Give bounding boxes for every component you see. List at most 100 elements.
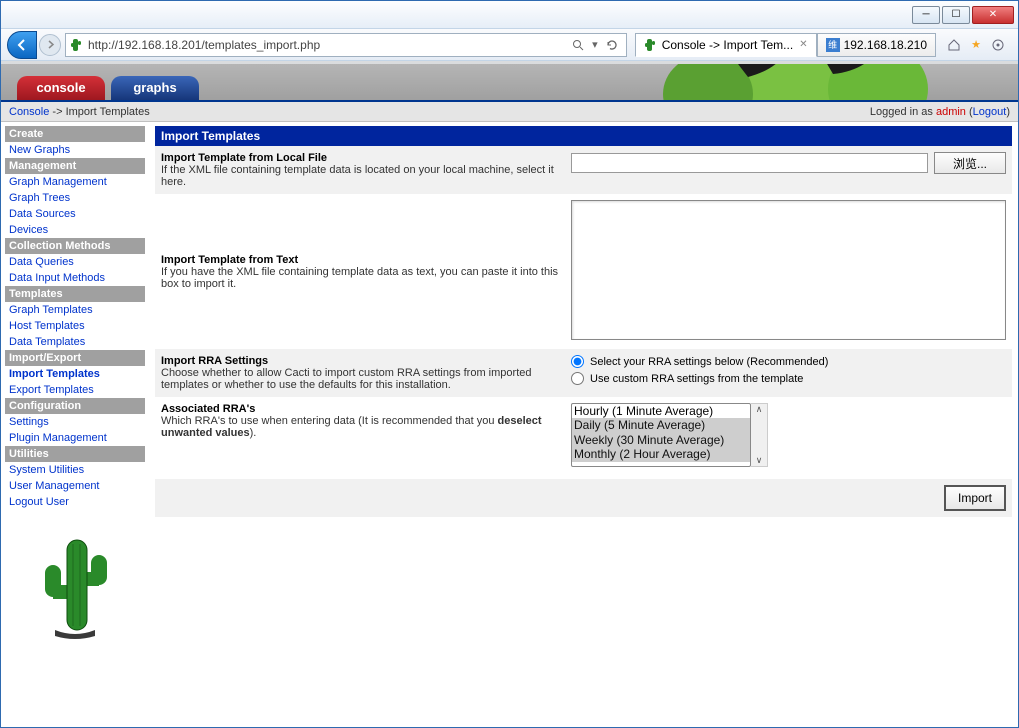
nav-plugin-management[interactable]: Plugin Management — [5, 430, 145, 446]
radio-label-select-below: Select your RRA settings below (Recommen… — [590, 356, 828, 368]
radio-rra-custom[interactable] — [571, 372, 584, 385]
nav-data-sources[interactable]: Data Sources — [5, 206, 145, 222]
back-button[interactable] — [7, 31, 37, 59]
nav-host-templates[interactable]: Host Templates — [5, 318, 145, 334]
favicon-icon — [70, 38, 84, 52]
tab-title: 192.168.18.210 — [844, 38, 927, 52]
back-arrow-icon — [15, 38, 29, 52]
rra-option-weekly[interactable]: Weekly (30 Minute Average) — [572, 433, 750, 447]
label-associated-rra: Associated RRA's — [161, 403, 255, 415]
rra-multiselect[interactable]: Hourly (1 Minute Average) Daily (5 Minut… — [571, 403, 751, 467]
multiselect-scrollbar[interactable]: ∧∨ — [751, 403, 768, 467]
url-input[interactable] — [88, 35, 568, 55]
label-import-file: Import Template from Local File — [161, 152, 327, 164]
radio-label-custom: Use custom RRA settings from the templat… — [590, 373, 803, 385]
import-text-textarea[interactable] — [571, 200, 1006, 340]
page-viewport: console graphs Console -> Import Templat… — [1, 61, 1018, 727]
desc-associated-rra-a: Which RRA's to use when entering data (I… — [161, 415, 498, 427]
nav-import-templates[interactable]: Import Templates — [5, 366, 145, 382]
file-path-input[interactable] — [571, 153, 928, 173]
nav-graph-templates[interactable]: Graph Templates — [5, 302, 145, 318]
favorites-icon[interactable]: ★ — [968, 37, 984, 53]
nav-header-collection: Collection Methods — [5, 238, 145, 254]
tab-title: Console -> Import Tem... — [662, 38, 794, 52]
tab-graphs[interactable]: graphs — [111, 76, 199, 100]
nav-header-utilities: Utilities — [5, 446, 145, 462]
desc-import-text: If you have the XML file containing temp… — [161, 266, 558, 290]
radio-rra-select-below[interactable] — [571, 355, 584, 368]
nav-header-config: Configuration — [5, 398, 145, 414]
search-icon[interactable] — [572, 39, 584, 51]
panel-title: Import Templates — [155, 126, 1012, 146]
nav-devices[interactable]: Devices — [5, 222, 145, 238]
forward-button[interactable] — [39, 34, 61, 56]
nav-header-create: Create — [5, 126, 145, 142]
window-titlebar: ─ ☐ ✕ — [1, 1, 1018, 29]
browse-button[interactable]: 浏览... — [934, 152, 1006, 174]
browser-tab-1[interactable]: Console -> Import Tem... ✕ — [635, 33, 817, 57]
nav-header-impexp: Import/Export — [5, 350, 145, 366]
nav-sidebar: Create New Graphs Management Graph Manag… — [1, 122, 149, 644]
header-decoration — [648, 64, 938, 102]
scroll-up-icon[interactable]: ∧ — [756, 404, 763, 415]
nav-system-utilities[interactable]: System Utilities — [5, 462, 145, 478]
row-rra-settings: Import RRA Settings Choose whether to al… — [155, 349, 1012, 397]
nav-logout-user[interactable]: Logout User — [5, 494, 145, 510]
favicon-icon: 维 — [826, 38, 840, 52]
login-prefix: Logged in as — [870, 106, 936, 118]
breadcrumb-current: Import Templates — [66, 106, 150, 118]
import-button[interactable]: Import — [944, 485, 1006, 511]
breadcrumb-sep: -> — [49, 106, 65, 118]
nav-data-templates[interactable]: Data Templates — [5, 334, 145, 350]
favicon-icon — [644, 38, 658, 52]
browser-toolbar: ▾ Console -> Import Tem... ✕ 维 192.168.1… — [1, 29, 1018, 61]
browser-extras: ★ — [940, 37, 1012, 53]
address-bar-controls: ▾ — [568, 38, 622, 51]
login-user-link[interactable]: admin — [936, 106, 966, 118]
desc-rra-settings: Choose whether to allow Cacti to import … — [161, 367, 531, 391]
nav-header-management: Management — [5, 158, 145, 174]
page-content: console graphs Console -> Import Templat… — [1, 64, 1018, 727]
rra-option-monthly[interactable]: Monthly (2 Hour Average) — [572, 447, 750, 461]
main-layout: Create New Graphs Management Graph Manag… — [1, 122, 1018, 644]
login-info: Logged in as admin (Logout) — [870, 106, 1010, 118]
rra-option-daily[interactable]: Daily (5 Minute Average) — [572, 418, 750, 432]
nav-data-queries[interactable]: Data Queries — [5, 254, 145, 270]
nav-header-templates: Templates — [5, 286, 145, 302]
cacti-logo — [35, 530, 115, 640]
label-import-text: Import Template from Text — [161, 254, 298, 266]
tab-close-icon[interactable]: ✕ — [799, 39, 807, 50]
tools-icon[interactable] — [990, 37, 1006, 53]
rra-option-hourly[interactable]: Hourly (1 Minute Average) — [572, 404, 750, 418]
main-panel: Import Templates Import Template from Lo… — [149, 122, 1018, 644]
address-bar[interactable]: ▾ — [65, 33, 627, 57]
dropdown-icon[interactable]: ▾ — [592, 38, 598, 51]
nav-settings[interactable]: Settings — [5, 414, 145, 430]
forward-arrow-icon — [46, 40, 55, 49]
window-maximize-button[interactable]: ☐ — [942, 6, 970, 24]
logout-link[interactable]: Logout — [973, 106, 1007, 118]
window-close-button[interactable]: ✕ — [972, 6, 1014, 24]
scroll-down-icon[interactable]: ∨ — [756, 455, 763, 466]
nav-user-management[interactable]: User Management — [5, 478, 145, 494]
tab-console[interactable]: console — [17, 76, 105, 100]
nav-export-templates[interactable]: Export Templates — [5, 382, 145, 398]
row-import-text: Import Template from Text If you have th… — [155, 194, 1012, 349]
nav-graph-management[interactable]: Graph Management — [5, 174, 145, 190]
nav-new-graphs[interactable]: New Graphs — [5, 142, 145, 158]
nav-graph-trees[interactable]: Graph Trees — [5, 190, 145, 206]
desc-import-file: If the XML file containing template data… — [161, 164, 554, 188]
browser-tabs: Console -> Import Tem... ✕ 维 192.168.18.… — [635, 33, 936, 57]
app-header: console graphs — [1, 64, 1018, 102]
refresh-icon[interactable] — [606, 39, 618, 51]
browser-tab-2[interactable]: 维 192.168.18.210 — [817, 33, 936, 57]
breadcrumb-console-link[interactable]: Console — [9, 106, 49, 118]
browser-window: ─ ☐ ✕ ▾ Console -> Import Tem... ✕ — [0, 0, 1019, 728]
nav-data-input[interactable]: Data Input Methods — [5, 270, 145, 286]
label-rra-settings: Import RRA Settings — [161, 355, 268, 367]
window-minimize-button[interactable]: ─ — [912, 6, 940, 24]
row-associated-rra: Associated RRA's Which RRA's to use when… — [155, 397, 1012, 473]
breadcrumb-bar: Console -> Import Templates Logged in as… — [1, 102, 1018, 122]
home-icon[interactable] — [946, 37, 962, 53]
desc-associated-rra-c: ). — [250, 427, 257, 439]
